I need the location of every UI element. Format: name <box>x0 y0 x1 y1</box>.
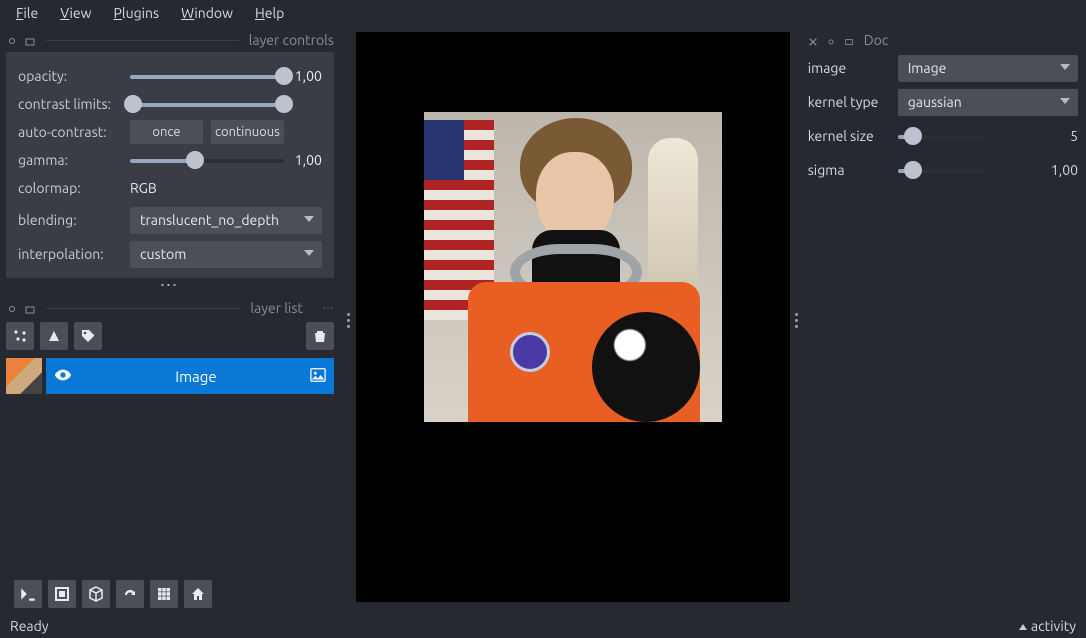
status-text: Ready <box>10 618 49 634</box>
menubar: File View Plugins Window Help <box>0 0 1086 26</box>
blending-dropdown[interactable]: translucent_no_depth <box>130 207 322 234</box>
ndisplay-3d-button[interactable] <box>82 580 110 608</box>
dock-detach-icon[interactable] <box>844 34 856 46</box>
gamma-slider[interactable] <box>130 150 284 170</box>
menu-view[interactable]: View <box>50 2 101 24</box>
contrast-slider[interactable] <box>130 94 284 114</box>
gamma-value: 1,00 <box>284 152 322 168</box>
menu-plugins[interactable]: Plugins <box>104 2 170 24</box>
autocontrast-continuous-button[interactable]: continuous <box>211 120 284 144</box>
kernel-type-dropdown[interactable]: gaussian <box>898 89 1078 116</box>
plugin-dock-header: Doc <box>808 30 1078 50</box>
opacity-slider[interactable] <box>130 66 284 86</box>
colormap-value: RGB <box>130 180 322 196</box>
sigma-slider[interactable] <box>898 160 984 180</box>
gamma-label: gamma: <box>18 152 130 168</box>
colormap-label: colormap: <box>18 180 130 196</box>
panel-resize-handle[interactable]: ⋯ <box>6 280 334 298</box>
grid-button[interactable] <box>150 580 178 608</box>
activity-indicator[interactable]: activity <box>1019 618 1076 634</box>
points-tool-button[interactable] <box>6 322 34 350</box>
viewer-canvas[interactable] <box>356 32 790 602</box>
chevron-down-icon <box>1060 64 1070 70</box>
shapes-tool-button[interactable] <box>40 322 68 350</box>
dock-close-icon[interactable] <box>6 34 18 46</box>
contrast-label: contrast limits: <box>18 96 130 112</box>
sigma-label: sigma <box>808 162 890 178</box>
right-splitter-handle[interactable] <box>790 26 804 614</box>
chevron-down-icon <box>304 216 314 222</box>
menu-help[interactable]: Help <box>245 2 294 24</box>
layer-controls-title: layer controls <box>249 32 334 48</box>
layer-name: Image <box>82 368 310 385</box>
interpolation-label: interpolation: <box>18 246 130 262</box>
layer-thumbnail <box>6 358 42 394</box>
delete-layer-button[interactable] <box>306 322 334 350</box>
plugin-dock-title: Doc <box>864 32 889 48</box>
displayed-image <box>424 112 722 422</box>
menu-window[interactable]: Window <box>171 2 243 24</box>
kernel-size-value: 5 <box>992 128 1078 144</box>
kebab-icon[interactable]: ⋮ <box>323 303 334 313</box>
dock-float-icon[interactable] <box>826 34 838 46</box>
blending-label: blending: <box>18 212 130 228</box>
labels-tool-button[interactable] <box>74 322 102 350</box>
layer-list-title: layer list <box>250 300 303 316</box>
kernel-size-label: kernel size <box>808 128 890 144</box>
image-param-dropdown[interactable]: Image <box>898 55 1078 82</box>
console-button[interactable] <box>14 580 42 608</box>
home-button[interactable] <box>184 580 212 608</box>
chevron-down-icon <box>1060 98 1070 104</box>
viewer-toolbuttons <box>6 574 334 614</box>
visibility-eye-icon[interactable] <box>54 366 72 387</box>
interpolation-dropdown[interactable]: custom <box>130 241 322 268</box>
autocontrast-once-button[interactable]: once <box>130 120 203 144</box>
layer-controls-dock-header: layer controls <box>6 30 334 50</box>
layer-list-dock-header: layer list ⋮ <box>6 298 334 318</box>
layer-row[interactable]: Image <box>6 358 334 394</box>
dock-close-icon[interactable] <box>6 302 18 314</box>
chevron-down-icon <box>304 250 314 256</box>
status-bar: Ready activity <box>0 614 1086 638</box>
image-layer-icon <box>310 367 326 386</box>
layer-controls-panel: opacity: 1,00 contrast limits: auto-cont… <box>6 52 334 278</box>
left-splitter-handle[interactable] <box>342 26 356 614</box>
autocontrast-label: auto-contrast: <box>18 124 130 140</box>
dock-detach-icon[interactable] <box>24 34 36 46</box>
sigma-value: 1,00 <box>992 162 1078 178</box>
dock-detach-icon[interactable] <box>24 302 36 314</box>
menu-file[interactable]: File <box>6 2 48 24</box>
opacity-label: opacity: <box>18 68 130 84</box>
image-param-label: image <box>808 60 890 76</box>
dock-close-icon[interactable] <box>808 34 820 46</box>
roll-dims-button[interactable] <box>116 580 144 608</box>
kernel-type-label: kernel type <box>808 94 890 110</box>
kernel-size-slider[interactable] <box>898 126 984 146</box>
ndisplay-2d-button[interactable] <box>48 580 76 608</box>
